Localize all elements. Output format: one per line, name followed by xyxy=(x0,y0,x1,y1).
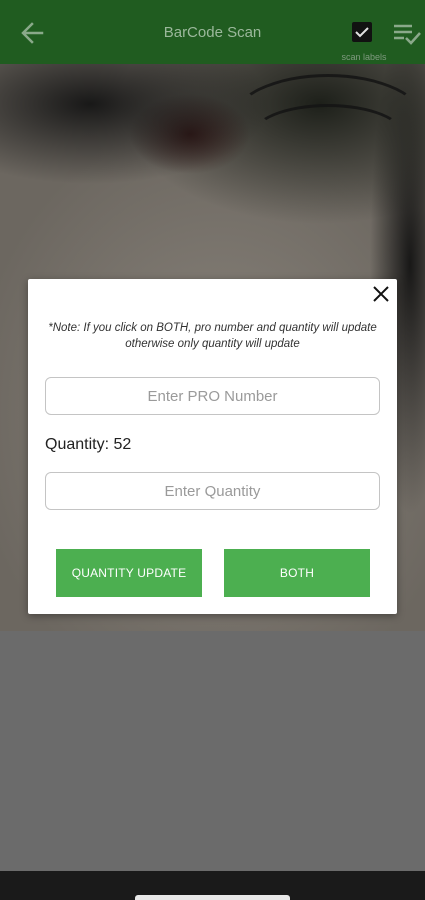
scan-labels-checkbox[interactable] xyxy=(352,22,372,42)
close-icon xyxy=(373,286,389,302)
pro-number-input[interactable] xyxy=(45,377,380,415)
quantity-input[interactable] xyxy=(45,472,380,510)
quantity-update-button[interactable]: QUANTITY UPDATE xyxy=(56,549,202,597)
playlist-check-icon xyxy=(394,24,421,45)
both-button[interactable]: BOTH xyxy=(224,549,370,597)
check-icon xyxy=(355,27,369,38)
quantity-label: Quantity: 52 xyxy=(45,436,132,453)
screen: BarCode Scan scan labels *Note: If you c… xyxy=(0,0,425,900)
camera-scene-detail xyxy=(250,104,406,170)
back-button[interactable] xyxy=(18,18,50,48)
dialog-note: *Note: If you click on BOTH, pro number … xyxy=(48,322,377,350)
update-dialog: *Note: If you click on BOTH, pro number … xyxy=(28,279,397,614)
close-button[interactable] xyxy=(369,282,393,306)
home-indicator[interactable] xyxy=(135,895,290,900)
system-nav-bar xyxy=(0,871,425,900)
scan-labels-label: scan labels xyxy=(341,52,387,62)
app-bar: BarCode Scan scan labels xyxy=(0,0,425,64)
playlist-check-button[interactable] xyxy=(392,20,422,48)
scanner-overlay-area xyxy=(0,631,425,871)
arrow-left-icon xyxy=(21,22,44,44)
